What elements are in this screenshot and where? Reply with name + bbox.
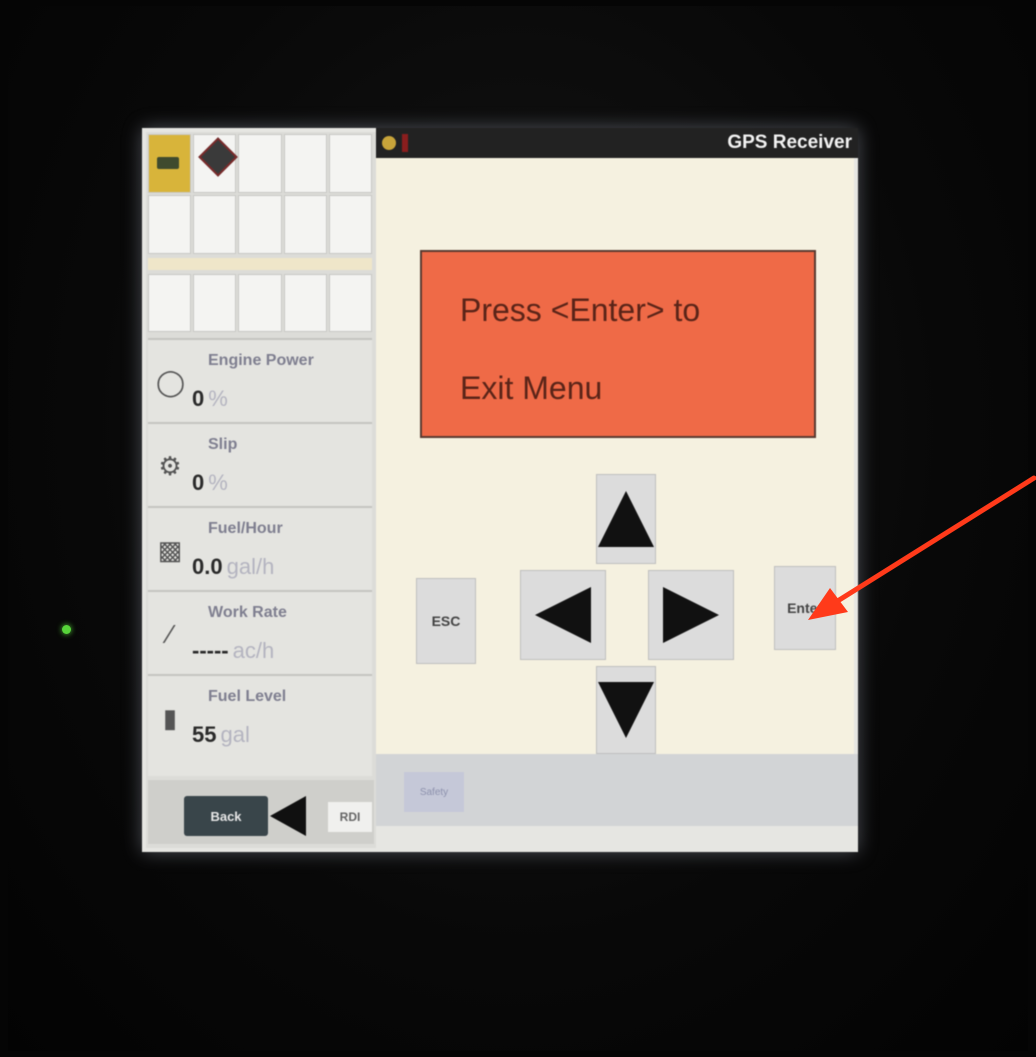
shortcut-slot[interactable] xyxy=(238,195,282,254)
readout-label: Engine Power xyxy=(208,352,314,369)
readout-value: 0% xyxy=(192,470,228,495)
grid-divider xyxy=(148,258,372,270)
message-line-2: Exit Menu xyxy=(460,370,603,406)
work-rate-icon: ⁄ xyxy=(167,619,173,649)
shortcut-grid xyxy=(148,134,372,254)
left-arrow-button[interactable] xyxy=(520,570,606,660)
rdi-button[interactable]: RDI xyxy=(328,802,372,832)
readout-fuel-level[interactable]: ▮ Fuel Level 55 gal xyxy=(148,674,372,776)
arrow-left-icon xyxy=(535,587,591,643)
shortcut-slot[interactable] xyxy=(283,134,327,193)
shortcut-slot[interactable] xyxy=(328,274,372,332)
arrow-right-icon xyxy=(663,587,719,643)
back-arrow-icon[interactable] xyxy=(270,796,306,836)
shortcut-slot[interactable] xyxy=(283,274,327,332)
status-indicator-icon xyxy=(382,136,396,150)
shortcut-slot[interactable] xyxy=(148,274,192,332)
readout-fuel-hour[interactable]: ▩ Fuel/Hour 0.0 gal/h xyxy=(148,506,372,590)
arrow-up-icon xyxy=(598,491,654,547)
readout-slip[interactable]: ⚙ Slip 0% xyxy=(148,422,372,506)
readout-value: 0.0 gal/h xyxy=(192,554,275,579)
readout-label: Slip xyxy=(208,436,238,453)
shortcut-slot[interactable] xyxy=(238,274,282,332)
readout-value: 0% xyxy=(192,386,228,411)
display-screen: ◯ Engine Power 0% ⚙ Slip 0% ▩ Fuel/Hour … xyxy=(142,128,858,852)
enter-button[interactable]: Enter xyxy=(774,566,836,650)
tractor-icon: ⚙ xyxy=(158,451,182,481)
message-line-1: Press <Enter> to xyxy=(460,292,701,328)
message-box: Press <Enter> to Exit Menu xyxy=(420,250,816,438)
shortcut-slot[interactable] xyxy=(148,195,192,254)
main-panel: Press <Enter> to Exit Menu ESC Enter xyxy=(376,158,854,754)
esc-button[interactable]: ESC xyxy=(416,578,476,664)
enter-label: Enter xyxy=(787,600,823,616)
power-led xyxy=(62,625,71,634)
readout-label: Work Rate xyxy=(208,604,287,621)
fuel-level-icon: ▮ xyxy=(162,703,178,733)
left-sidebar: ◯ Engine Power 0% ⚙ Slip 0% ▩ Fuel/Hour … xyxy=(146,132,376,848)
readout-value: 55 gal xyxy=(192,722,250,747)
engine-icon: ◯ xyxy=(156,367,186,397)
shortcut-slot[interactable] xyxy=(193,274,237,332)
readout-work-rate[interactable]: ⁄ Work Rate ----- ac/h xyxy=(148,590,372,674)
safety-button[interactable]: Safety xyxy=(404,772,464,812)
shortcut-slot[interactable] xyxy=(283,195,327,254)
shortcut-slot[interactable] xyxy=(193,195,237,254)
alert-indicator-icon xyxy=(402,134,408,152)
up-arrow-button[interactable] xyxy=(596,474,656,564)
shortcut-slot[interactable] xyxy=(328,195,372,254)
status-bar: Safety xyxy=(376,754,858,826)
left-bottom-bar: Back RDI xyxy=(148,780,374,844)
readout-engine-power[interactable]: ◯ Engine Power 0% xyxy=(148,338,372,422)
gps-shortcut[interactable] xyxy=(148,134,192,193)
shortcut-slot[interactable] xyxy=(238,134,282,193)
readout-label: Fuel/Hour xyxy=(208,520,283,537)
shortcut-grid-secondary xyxy=(148,274,372,332)
fuel-pump-icon: ▩ xyxy=(157,535,183,565)
down-arrow-button[interactable] xyxy=(596,666,656,754)
shortcut-slot[interactable] xyxy=(328,134,372,193)
monitor-shortcut[interactable] xyxy=(193,134,238,193)
monitor-icon xyxy=(198,137,238,177)
page-title: GPS Receiver xyxy=(727,132,852,153)
readout-label: Fuel Level xyxy=(208,688,287,705)
readout-value: ----- ac/h xyxy=(192,638,275,663)
right-arrow-button[interactable] xyxy=(648,570,734,660)
title-bar: GPS Receiver xyxy=(376,128,858,158)
gps-icon xyxy=(157,157,179,169)
back-button[interactable]: Back xyxy=(184,796,268,836)
arrow-down-icon xyxy=(598,682,654,738)
esc-label: ESC xyxy=(431,613,461,629)
